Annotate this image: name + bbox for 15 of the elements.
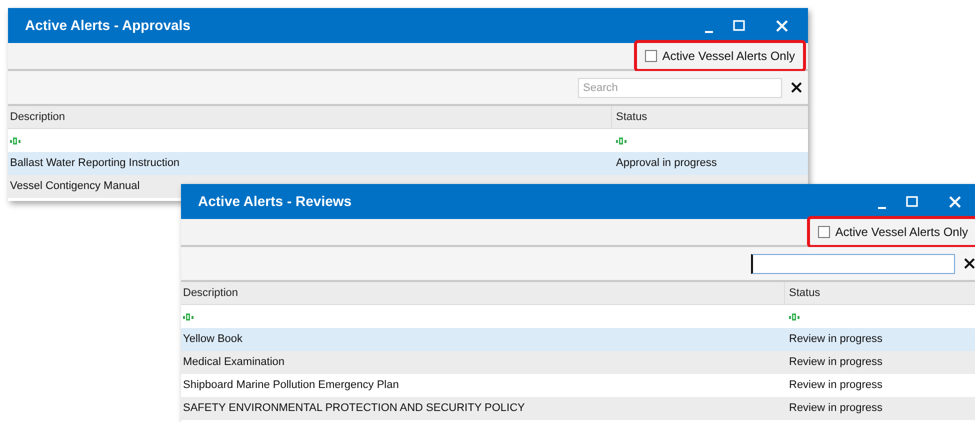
checkbox-label: Active Vessel Alerts Only: [835, 224, 968, 241]
table-cell-text: Medical Examination: [182, 355, 286, 370]
table-cell-text: Review in progress: [788, 401, 883, 416]
table-cell-text: Review in progress: [788, 378, 883, 394]
window-title: Active Alerts - Approvals: [25, 16, 192, 35]
checkbox-label: Active Vessel Alerts Only: [662, 48, 795, 65]
table-cell-text: Yellow Book: [182, 332, 244, 348]
table-cell-text: Vessel Contigency Manual: [9, 179, 141, 194]
table-cell-text: Review in progress: [788, 355, 883, 370]
table-cell-text: Ballast Water Reporting Instruction: [9, 156, 181, 172]
window-title: Active Alerts - Reviews: [198, 192, 353, 211]
table-cell-text: Shipboard Marine Pollution Emergency Plan: [182, 378, 400, 394]
table-cell-text: Review in progress: [788, 332, 883, 348]
table-cell-text: SAFETY ENVIRONMENTAL PROTECTION AND SECURITY POLICY: [182, 401, 526, 416]
table-cell-text: Approval in progress: [615, 156, 717, 172]
